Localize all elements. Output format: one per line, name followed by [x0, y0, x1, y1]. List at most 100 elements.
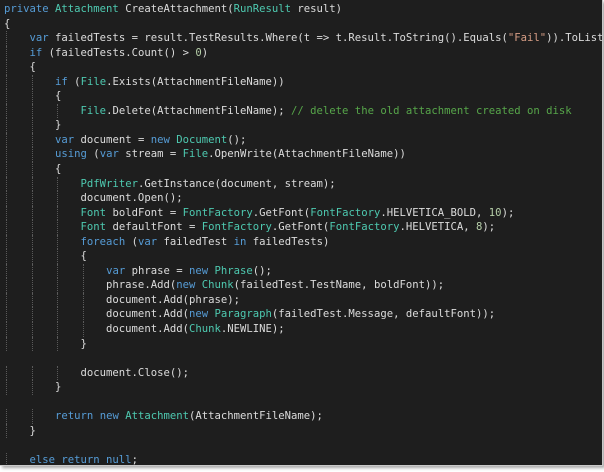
code-line: document.Add(Chunk.NEWLINE);: [4, 322, 602, 337]
code-token: }: [4, 119, 62, 132]
code-token: foreach: [80, 235, 126, 248]
indent-guide: [57, 249, 59, 264]
code-token: (: [67, 75, 81, 88]
indent-guide: [31, 249, 33, 264]
indent-guide: [6, 74, 7, 90]
indent-guide: [31, 336, 33, 352]
code-token: }: [4, 381, 62, 394]
indent-guide: [82, 278, 84, 293]
code-token: .Exists(AttachmentFileName)): [106, 75, 285, 88]
indent-guide: [57, 205, 59, 221]
code-token: in: [233, 235, 247, 248]
indent-guide: [57, 191, 59, 206]
indent-guide: [57, 278, 59, 293]
code-line: PdfWriter.GetInstance(document, stream);: [4, 176, 602, 192]
code-line: }: [4, 336, 602, 352]
code-line: private Attachment CreateAttachment(RunR…: [4, 2, 602, 17]
code-token: failedTests = result.TestResults.Where(t…: [48, 32, 508, 45]
code-token: );: [482, 221, 496, 234]
code-token: var: [99, 148, 119, 161]
indent-guide: [57, 103, 59, 119]
code-line: {: [4, 17, 602, 32]
indent-guide: [82, 292, 84, 308]
indent-guide: [6, 132, 7, 148]
indent-guide: [57, 176, 59, 192]
indent-guide: [6, 45, 7, 61]
code-token: else return null: [29, 453, 132, 466]
code-token: {: [4, 61, 36, 74]
indent-guide: [31, 89, 33, 104]
code-token: ;: [131, 453, 138, 466]
indent-guide: [31, 234, 33, 250]
code-line: else return null;: [4, 452, 602, 466]
code-token: .NEWLINE);: [220, 323, 285, 336]
code-token: ): [201, 46, 209, 59]
indent-guide: [31, 132, 33, 148]
code-token: Chunk: [201, 279, 234, 292]
code-token: new: [150, 133, 177, 146]
code-token: Font: [80, 206, 107, 219]
indent-guide: [31, 118, 33, 133]
code-token: .GetInstance(document, stream);: [137, 177, 336, 190]
code-token: PdfWriter: [80, 177, 138, 190]
code-token: {: [4, 17, 11, 30]
code-editor[interactable]: private Attachment CreateAttachment(RunR…: [0, 0, 603, 466]
code-token: document.Add(phrase);: [4, 293, 240, 306]
code-line: using (var stream = File.OpenWrite(Attac…: [4, 147, 602, 163]
indent-guide: [6, 292, 7, 308]
indent-guide: [6, 89, 7, 104]
code-token: ();: [252, 264, 272, 277]
code-token: new: [99, 410, 126, 423]
code-token: Chunk: [188, 323, 221, 336]
code-view[interactable]: private Attachment CreateAttachment(RunR…: [4, 2, 602, 466]
indent-guide: [82, 263, 84, 279]
code-token: // delete the old attachment created on …: [291, 104, 572, 117]
code-line: File.Delete(AttachmentFileName); // dele…: [4, 103, 602, 119]
indent-guide: [57, 322, 59, 337]
code-line: document.Add(new Paragraph(failedTest.Me…: [4, 307, 602, 323]
indent-guide: [6, 162, 7, 177]
code-line: phrase.Add(new Chunk(failedTest.TestName…: [4, 278, 602, 293]
code-token: Document: [176, 133, 228, 146]
code-token: .GetFont(: [271, 221, 330, 234]
code-token: using: [55, 148, 87, 161]
indent-guide: [6, 191, 7, 206]
indent-guide: [31, 103, 33, 119]
code-line: if (File.Exists(AttachmentFileName)): [4, 74, 602, 90]
indent-guide: [6, 60, 7, 75]
code-line: {: [4, 162, 602, 177]
code-token: new: [188, 264, 215, 277]
code-token: .HELVETICA,: [399, 221, 477, 234]
code-token: (failedTest.TestName, boldFont));: [233, 279, 445, 292]
indent-guide: [31, 292, 33, 308]
indent-guide: [6, 205, 7, 221]
code-line: document.Open();: [4, 191, 602, 206]
code-token: FontFactory: [329, 221, 400, 234]
code-token: if: [55, 75, 68, 88]
code-token: }: [4, 424, 36, 437]
code-line: var phrase = new Phrase();: [4, 263, 602, 279]
code-token: "Fail": [507, 32, 547, 45]
code-line: }: [4, 380, 602, 395]
indent-guide: [31, 191, 33, 206]
indent-guide: [57, 365, 59, 381]
code-token: phrase =: [125, 264, 189, 277]
indent-guide: [6, 118, 7, 133]
code-token: CreateAttachment(: [118, 3, 234, 15]
indent-guide: [31, 278, 33, 293]
code-token: {: [4, 90, 62, 103]
code-line: Font defaultFont = FontFactory.GetFont(F…: [4, 220, 602, 235]
code-token: var: [29, 32, 49, 45]
indent-guide: [57, 336, 59, 352]
code-token: private: [4, 3, 56, 15]
indent-guide: [57, 263, 59, 279]
indent-guide: [6, 249, 7, 264]
code-token: .Delete(AttachmentFileName);: [106, 104, 292, 117]
indent-guide: [31, 307, 33, 323]
